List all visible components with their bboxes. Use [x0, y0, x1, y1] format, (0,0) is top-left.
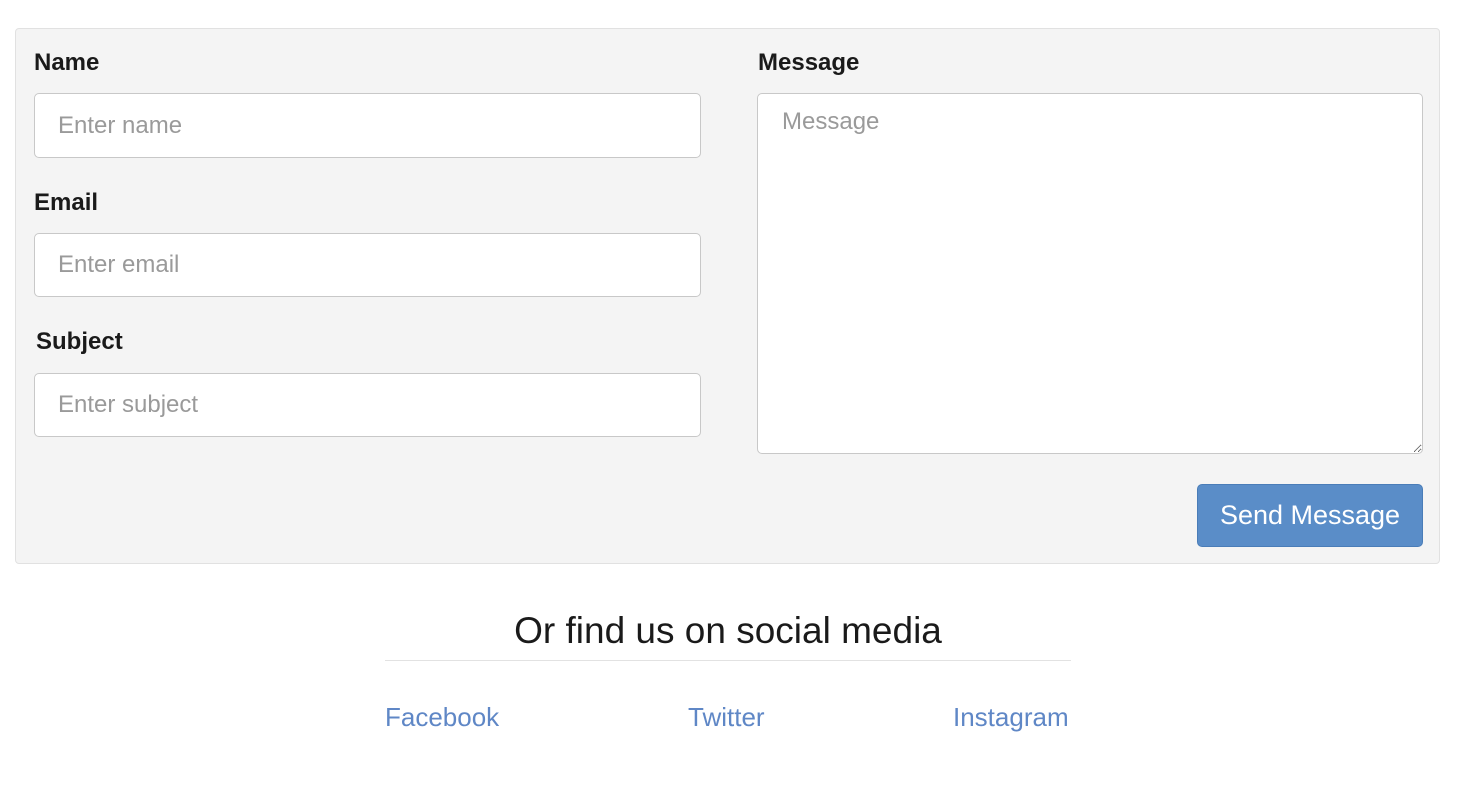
twitter-link[interactable]: Twitter [688, 700, 765, 734]
name-input[interactable] [34, 93, 701, 158]
send-message-button[interactable]: Send Message [1197, 484, 1423, 547]
message-label: Message [758, 49, 860, 76]
social-divider [385, 660, 1071, 661]
subject-input[interactable] [34, 373, 701, 437]
instagram-link[interactable]: Instagram [953, 700, 1069, 734]
name-label: Name [34, 49, 100, 76]
email-input[interactable] [34, 233, 701, 297]
social-links: Facebook Twitter Instagram [385, 700, 1071, 734]
message-textarea[interactable] [757, 93, 1423, 454]
social-heading: Or find us on social media [514, 610, 942, 651]
subject-label: Subject [36, 328, 123, 355]
facebook-link[interactable]: Facebook [385, 700, 499, 734]
email-label: Email [34, 189, 99, 216]
contact-form-panel: Name Email Subject Message Send Message [15, 28, 1440, 564]
